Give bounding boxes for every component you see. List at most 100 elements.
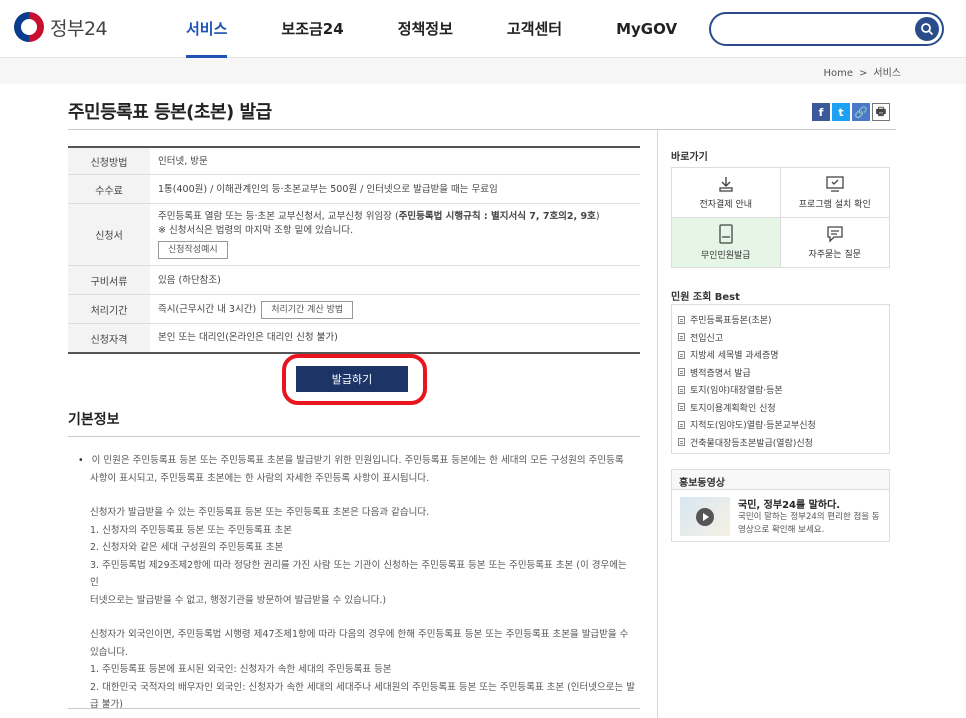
basic-info-line: 터넷으로는 발급받을 수 없고, 행정기관을 방문하여 발급받을 수 있습니다.… <box>90 594 387 606</box>
best-title: 민원 조회 Best <box>671 292 740 303</box>
page-title: 주민등록표 등본(초본) 발급 <box>68 102 272 123</box>
best-item[interactable]: 토지이용계획확인 신청 <box>678 399 883 417</box>
quick-link-label: 자주묻는 질문 <box>808 249 862 260</box>
info-value: 있음 (하단참조) <box>158 275 221 286</box>
quick-links-grid: 전자결제 안내 프로그램 설치 확인 무인민원발급 자주묻는 질문 <box>671 167 890 268</box>
search-input[interactable] <box>725 14 915 44</box>
kiosk-icon <box>719 224 733 244</box>
info-row-documents: 구비서류 있음 (하단참조) <box>68 266 640 295</box>
breadcrumb-current[interactable]: 서비스 <box>873 68 901 79</box>
gov24-logo[interactable]: 정부24 <box>14 12 108 42</box>
basic-info-content: 이 민원은 주민등록표 등본 또는 주민등록표 초본을 발급받기 위한 민원입니… <box>78 452 638 714</box>
breadcrumb-home[interactable]: Home <box>823 68 853 79</box>
document-icon <box>678 333 685 342</box>
best-item-label: 토지이용계획확인 신청 <box>690 403 776 414</box>
form-example-button[interactable]: 신청작성예시 <box>158 241 228 259</box>
payment-icon <box>719 176 733 192</box>
document-icon <box>678 403 685 412</box>
breadcrumb: Home > 서비스 <box>820 64 904 79</box>
info-row-method: 신청방법 인터넷, 방문 <box>68 148 640 175</box>
best-item-label: 지적도(임야도)열람·등본교부신청 <box>690 421 816 432</box>
print-icon[interactable]: 🖶 <box>872 103 890 121</box>
quick-link-label: 전자결제 안내 <box>699 199 753 210</box>
form-text-pre: 주민등록표 열람 또는 등·초본 교부신청서, 교부신청 위임장 ( <box>158 211 399 222</box>
nav-mygov[interactable]: MyGOV <box>602 0 691 58</box>
best-item-label: 병적증명서 발급 <box>690 368 751 379</box>
best-item[interactable]: 주민등록표등본(초본) <box>678 311 883 329</box>
basic-info-title: 기본정보 <box>68 412 120 428</box>
nav-services[interactable]: 서비스 <box>172 0 241 58</box>
quick-links-title: 바로가기 <box>671 152 708 163</box>
best-item[interactable]: 병적증명서 발급 <box>678 364 883 382</box>
nav-subsidy24[interactable]: 보조금24 <box>267 0 357 58</box>
basic-info-line: 신청자가 외국인이면, 주민등록법 시행령 제47조제1항에 따라 다음의 경우… <box>90 629 629 640</box>
document-icon <box>678 350 685 359</box>
info-row-period: 처리기간 즉시(근무시간 내 3시간) 처리기간 계산 방법 <box>68 295 640 324</box>
play-icon[interactable] <box>696 507 714 526</box>
basic-info-line: 신청자가 발급받을 수 있는 주민등록표 등본 또는 주민등록표 초본은 다음과… <box>90 507 430 518</box>
form-law-reference[interactable]: 주민등록법 시행규칙 : 별지서식 7, 7호의2, 9호 <box>399 211 596 222</box>
search-box <box>709 12 944 46</box>
quick-link-label: 프로그램 설치 확인 <box>798 199 871 210</box>
quick-link-payment[interactable]: 전자결제 안내 <box>672 168 781 218</box>
document-icon <box>678 438 685 447</box>
form-line-1: 주민등록표 열람 또는 등·초본 교부신청서, 교부신청 위임장 (주민등록법 … <box>158 210 632 224</box>
info-row-form: 신청서 주민등록표 열람 또는 등·초본 교부신청서, 교부신청 위임장 (주민… <box>68 204 640 266</box>
info-value: 즉시(근무시간 내 3시간) 처리기간 계산 방법 <box>150 295 640 323</box>
info-label: 신청자격 <box>68 324 150 352</box>
best-item[interactable]: 지방세 세목별 과세증명 <box>678 346 883 364</box>
best-list: 주민등록표등본(초본) 전입신고 지방세 세목별 과세증명 병적증명서 발급 토… <box>671 304 890 454</box>
issue-button[interactable]: 발급하기 <box>296 366 408 392</box>
form-line-2: ※ 신청서식은 법령의 마지막 조항 밑에 있습니다. <box>158 225 354 236</box>
best-item-label: 주민등록표등본(초본) <box>690 316 772 327</box>
share-buttons: f t 🔗 🖶 <box>812 103 890 121</box>
period-value: 즉시(근무시간 내 3시간) <box>158 304 257 315</box>
promo-video-title: 홍보동영상 <box>672 470 889 490</box>
info-value: 1통(400원) / 이해관계인의 등·초본교부는 500원 / 인터넷으로 발… <box>158 184 498 195</box>
basic-info-line: 1. 신청자의 주민등록표 등본 또는 주민등록표 초본 <box>90 524 292 536</box>
video-thumbnail[interactable] <box>680 497 730 536</box>
twitter-share-icon[interactable]: t <box>832 103 850 121</box>
breadcrumb-separator: > <box>859 68 868 79</box>
title-divider <box>68 129 896 130</box>
best-item[interactable]: 지적도(임야도)열람·등본교부신청 <box>678 416 883 434</box>
basic-info-line: 3. 주민등록법 제29조제2항에 따라 정당한 권리를 가진 사람 또는 기관… <box>90 559 627 589</box>
info-value: 본인 또는 대리인(온라인은 대리인 신청 불가) <box>158 332 338 343</box>
chat-question-icon <box>827 226 843 243</box>
link-copy-icon[interactable]: 🔗 <box>852 103 870 121</box>
monitor-check-icon <box>826 176 844 192</box>
info-value: 인터넷, 방문 <box>158 156 208 167</box>
best-item-label: 토지(임야)대장열람·등본 <box>690 386 783 397</box>
best-item[interactable]: 토지(임야)대장열람·등본 <box>678 381 883 399</box>
basic-info-line: 있습니다. <box>90 646 128 658</box>
info-row-eligibility: 신청자격 본인 또는 대리인(온라인은 대리인 신청 불가) <box>68 324 640 352</box>
search-icon <box>921 23 934 36</box>
best-item-label: 전입신고 <box>690 333 724 344</box>
video-heading[interactable]: 국민, 정부24를 말하다. <box>738 496 840 511</box>
quick-link-kiosk[interactable]: 무인민원발급 <box>672 217 781 267</box>
section-divider <box>68 436 640 437</box>
basic-info-line: 2. 신청자와 같은 세대 구성원의 주민등록표 초본 <box>90 542 284 553</box>
quick-link-program-check[interactable]: 프로그램 설치 확인 <box>780 168 889 218</box>
column-divider <box>657 130 658 718</box>
info-label: 신청서 <box>68 204 150 265</box>
basic-info-line: 사항이 표시되고, 주민등록표 초본에는 한 사람의 자세한 주민등록 사항이 … <box>90 472 430 484</box>
search-button[interactable] <box>915 17 939 41</box>
promo-video-box: 홍보동영상 국민, 정부24를 말하다. 국민이 말하는 정부24의 편리한 점… <box>671 469 890 542</box>
best-item[interactable]: 건축물대장등초본발급(열람)신청 <box>678 434 883 452</box>
nav-customer-center[interactable]: 고객센터 <box>493 0 576 58</box>
info-row-fee: 수수료 1통(400원) / 이해관계인의 등·초본교부는 500원 / 인터넷… <box>68 175 640 204</box>
document-icon <box>678 420 685 429</box>
facebook-share-icon[interactable]: f <box>812 103 830 121</box>
period-calc-button[interactable]: 처리기간 계산 방법 <box>261 301 354 319</box>
best-item-label: 지방세 세목별 과세증명 <box>690 351 779 362</box>
info-value: 주민등록표 열람 또는 등·초본 교부신청서, 교부신청 위임장 (주민등록법 … <box>150 204 640 265</box>
service-info-table: 신청방법 인터넷, 방문 수수료 1통(400원) / 이해관계인의 등·초본교… <box>68 146 640 354</box>
nav-policy-info[interactable]: 정책정보 <box>384 0 467 58</box>
basic-info-line: 이 민원은 주민등록표 등본 또는 주민등록표 초본을 발급받기 위한 민원입니… <box>78 452 638 470</box>
video-description: 국민이 말하는 정부24의 편리한 점을 동영상으로 확인해 보세요. <box>738 512 880 535</box>
best-item[interactable]: 전입신고 <box>678 329 883 347</box>
best-item-label: 건축물대장등초본발급(열람)신청 <box>690 438 813 449</box>
quick-link-faq[interactable]: 자주묻는 질문 <box>781 218 890 268</box>
quick-link-label: 무인민원발급 <box>700 250 751 261</box>
